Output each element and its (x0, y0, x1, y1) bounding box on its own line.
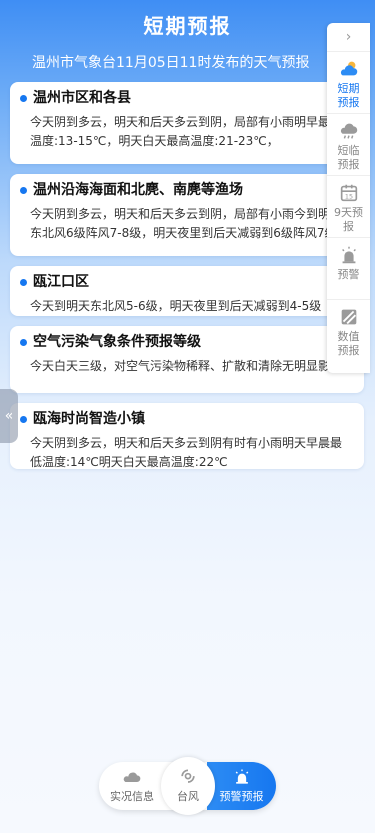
page-subtitle: 温州市气象台11月05日11时发布的天气预报 (32, 55, 310, 71)
nav-label: 台风 (177, 790, 199, 803)
side-item-label: 短期预报 (337, 82, 360, 109)
typhoon-icon (181, 769, 195, 783)
side-item-short-term[interactable]: 短期预报 (327, 51, 370, 113)
forecast-card-estuary: 瓯江口区 今天到明天东北风5-6级，明天夜里到后天减弱到4-5级 (10, 266, 364, 316)
numeric-chart-icon (341, 309, 356, 325)
card-body: 今天到明天东北风5-6级，明天夜里到后天减弱到4-5级 (30, 299, 322, 313)
side-item-label: 数值预报 (337, 330, 360, 357)
forecast-card-coastal: 温州沿海海面和北麂、南麂等渔场 今天阴到多云，明天和后天多云到阴，局部有小雨今到… (10, 174, 364, 256)
forecast-card-ouhai-town: 瓯海时尚智造小镇 今天阴到多云，明天和后天多云到阴有时有小雨明天早晨最低温度:1… (10, 403, 364, 469)
forecast-card-air-quality: 空气污染气象条件预报等级 今天白天三级，对空气污染物稀释、扩散和清除无明显影响 (10, 326, 364, 393)
side-item-numeric[interactable]: 数值预报 (327, 299, 370, 361)
card-title: 空气污染气象条件预报等级 (20, 332, 354, 352)
card-body: 今天阴到多云，明天和后天多云到阴，局部有小雨今到明天东北风6级阵风7-8级，明天… (30, 207, 343, 240)
page-title: 短期预报 (143, 14, 232, 38)
side-item-label: 预警 (337, 268, 360, 281)
card-title: 瓯江口区 (20, 272, 354, 292)
card-title: 温州沿海海面和北麂、南麂等渔场 (20, 180, 354, 200)
card-body: 今天阴到多云，明天和后天多云到阴，局部有小雨明早最低温度:13-15℃，明天白天… (30, 115, 343, 148)
nav-label: 实况信息 (110, 790, 154, 803)
expand-left-handle[interactable]: « (0, 389, 18, 443)
collapse-panel-button[interactable]: › (327, 23, 370, 51)
siren-icon (235, 769, 248, 784)
cloud-rain-icon (340, 123, 357, 139)
bottom-nav: 实况信息 预警预报 台风 (99, 757, 276, 815)
nav-live-info[interactable]: 实况信息 (103, 762, 161, 810)
side-panel: › 短期预报 短临预报 15 9天预报 预警 数值预报 (327, 23, 370, 373)
side-item-label: 短临预报 (337, 144, 360, 171)
svg-text:15: 15 (344, 193, 352, 201)
side-item-nowcast[interactable]: 短临预报 (327, 113, 370, 175)
forecast-card-urban: 温州市区和各县 今天阴到多云，明天和后天多云到阴，局部有小雨明早最低温度:13-… (10, 82, 364, 164)
nav-warning-forecast[interactable]: 预警预报 (207, 762, 276, 810)
nav-label: 预警预报 (219, 790, 264, 803)
side-item-9day[interactable]: 15 9天预报 (327, 175, 370, 237)
card-body: 今天阴到多云，明天和后天多云到阴有时有小雨明天早晨最低温度:14℃明天白天最高温… (30, 436, 343, 469)
nav-typhoon[interactable]: 台风 (161, 757, 215, 815)
card-body: 今天白天三级，对空气污染物稀释、扩散和清除无明显影响 (30, 359, 343, 373)
side-item-label: 9天预报 (334, 206, 363, 233)
cloud-icon (123, 772, 141, 782)
side-item-warning[interactable]: 预警 (327, 237, 370, 299)
cloud-sun-icon (340, 61, 357, 76)
calendar-icon: 15 (340, 184, 357, 202)
warning-light-icon (341, 246, 356, 264)
card-title: 温州市区和各县 (20, 88, 354, 108)
card-title: 瓯海时尚智造小镇 (20, 409, 354, 429)
